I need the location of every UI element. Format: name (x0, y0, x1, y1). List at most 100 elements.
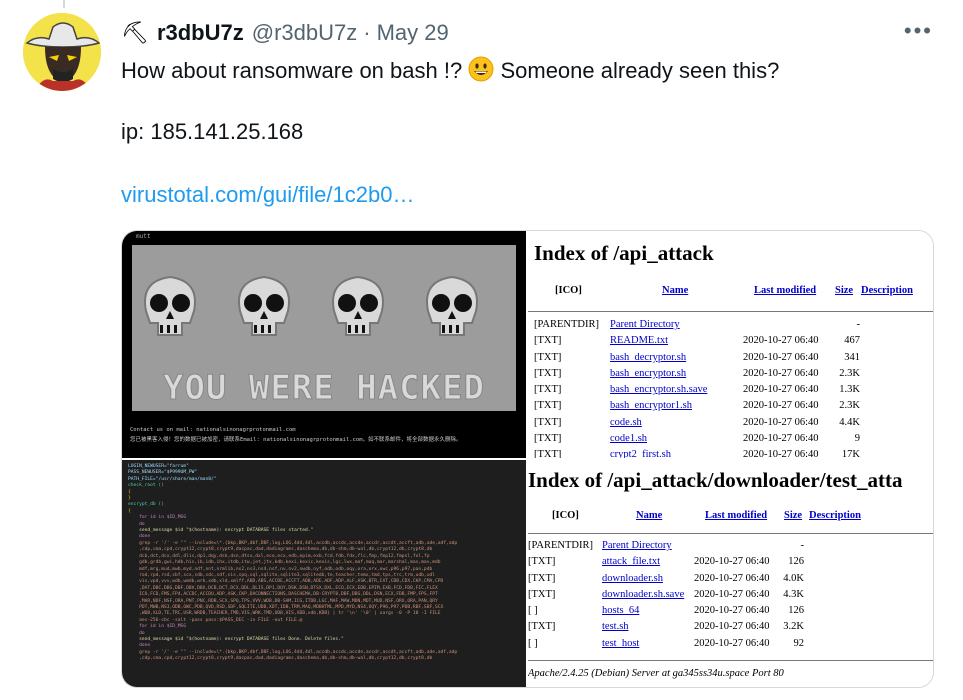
row-icon-label: [TXT] (534, 384, 562, 396)
source-code-image[interactable]: LOGIN_NEWUSER="farrum" PASS_NEWUSER="$P99… (122, 460, 526, 687)
row-size: 4.4K (839, 416, 860, 428)
col-modified-header[interactable]: Last modified (754, 285, 816, 296)
skulls-artwork (132, 245, 516, 411)
row-size: 1.3K (839, 384, 860, 396)
col-description-header[interactable]: Description (809, 510, 861, 521)
col-size-header[interactable]: Size (835, 285, 853, 296)
col-name-header[interactable]: Name (636, 510, 662, 521)
row-icon-label: [PARENTDIR] (528, 540, 593, 551)
tweet-date[interactable]: May 29 (377, 20, 449, 46)
code-line: ,cdp,cma,cpd,crypt12,crypt8,crypt9,dacpa… (128, 547, 433, 553)
row-size: 4.0K (783, 572, 804, 584)
row-size: 9 (854, 433, 860, 445)
avatar[interactable] (23, 13, 101, 91)
code-line: ,cdp,cma,cpd,crypt12,crypt8,crypt9,dacpa… (128, 656, 433, 662)
tweet-header: ⛏ r3dbU7z @r3dbU7z · May 29 (121, 18, 963, 48)
more-options-icon[interactable]: ••• (904, 18, 933, 44)
table-row: [TXT] crypt2_first.sh 2020-10-27 06:40 17K (528, 449, 933, 458)
code-line: ICO,FCD,FMS,FP4,ACCDC,ACCDU,ADP,ASK,CKP,… (128, 592, 438, 598)
display-name[interactable]: r3dbU7z (157, 20, 244, 46)
table-row: [TXT] code.sh 2020-10-27 06:40 4.4K (528, 417, 933, 433)
code-line: ,MAR,NDF,NSF,ORA,PNT,PNC,RDB,SCX,SPQ,TPS… (128, 598, 438, 604)
row-size: 2.3K (839, 367, 860, 379)
file-link[interactable]: downloader.sh (602, 573, 663, 584)
file-link[interactable]: bash_encryptor.sh.save (610, 384, 707, 395)
col-name-header[interactable]: Name (662, 285, 688, 296)
code-line: mdf,mrg,mud,mwb,myd,ndf,nnt,nrmlib,ns2,n… (128, 566, 433, 572)
row-modified: 2020-10-27 06:40 (694, 588, 770, 600)
file-link[interactable]: crypt2_first.sh (610, 449, 671, 458)
row-modified: 2020-10-27 06:40 (694, 605, 770, 617)
table-row: [TXT] bash_encryptor.sh 2020-10-27 06:40 2.… (528, 368, 933, 384)
row-icon-label: [ ] (528, 637, 538, 649)
row-size: 341 (844, 351, 860, 363)
hacked-banner: YOU WERE HACKED (162, 368, 486, 409)
media-grid[interactable]: mutt YOU WERE HACKED Contact us on mail:… (121, 230, 934, 688)
row-size: - (856, 319, 861, 330)
table-row: [TXT] bash_encryptor.sh.save 2020-10-27 06… (528, 384, 933, 400)
code-line: gdb,grdb,gwi,hdb,his,ib,idb,ihx,itdb,itw… (128, 560, 441, 566)
file-link[interactable]: downloader.sh.save (602, 589, 684, 600)
tweet-text-line1: How about ransomware on bash !? Someone … (121, 56, 779, 84)
row-modified: 2020-10-27 06:40 (743, 433, 819, 445)
table-row: [TXT] bash_decryptor.sh 2020-10-27 06:40 34… (528, 352, 933, 368)
row-icon-label: [TXT] (528, 572, 556, 584)
row-size: 4.3K (783, 588, 804, 600)
row-icon-label: [TXT] (528, 556, 556, 568)
index-header-row: [ICO] Name Last modified Size Descriptio… (528, 285, 933, 301)
grinning-face-icon (468, 56, 494, 82)
table-row: [ ] test_host 2020-10-27 06:40 92 (528, 638, 933, 654)
table-row: [PARENTDIR] Parent Directory - (528, 319, 933, 335)
row-modified: 2020-10-27 06:40 (694, 637, 770, 649)
file-link[interactable]: test_host (602, 638, 639, 649)
file-link[interactable]: attack_file.txt (602, 556, 660, 567)
row-size: 467 (844, 335, 860, 347)
row-modified: 2020-10-27 06:40 (694, 556, 770, 568)
table-row: [TXT] README.txt 2020-10-27 06:40 467 (528, 335, 933, 351)
ransom-terminal-image[interactable]: mutt YOU WERE HACKED Contact us on mail:… (122, 231, 526, 458)
file-link[interactable]: test.sh (602, 621, 629, 632)
file-link[interactable]: Parent Directory (602, 540, 672, 551)
row-icon-label: [TXT] (534, 449, 562, 458)
table-row: [ ] hosts_64 2020-10-27 06:40 126 (528, 605, 933, 621)
virustotal-link[interactable]: virustotal.com/gui/file/1c2b0… (121, 182, 414, 208)
file-link[interactable]: hosts_64 (602, 605, 639, 616)
row-icon-label: [ ] (528, 605, 538, 617)
table-row: [TXT] downloader.sh 2020-10-27 06:40 4.0K (528, 573, 933, 589)
row-icon-label: [TXT] (528, 621, 556, 633)
row-size: 17K (841, 449, 860, 458)
index-table-2: [ICO] Name Last modified Size Descriptio… (528, 510, 933, 526)
code-block: LOGIN_NEWUSER="farrum" PASS_NEWUSER="$P99… (128, 464, 457, 663)
directory-listing-image-2[interactable]: Index of /api_attack/downloader/test_att… (528, 460, 933, 687)
file-link[interactable]: README.txt (610, 335, 668, 346)
file-link[interactable]: code1.sh (610, 433, 647, 444)
file-link[interactable]: Parent Directory (610, 319, 680, 330)
code-line: vis,vpd,vvv,wdb,wmdb,wrk,xdb,xld,xmlff,A… (128, 579, 444, 585)
table-row: [TXT] code1.sh 2020-10-27 06:40 9 (528, 433, 933, 449)
thread-line (63, 0, 65, 8)
divider (528, 311, 933, 312)
file-link[interactable]: bash_encryptor.sh (610, 368, 686, 379)
row-icon-label: [TXT] (528, 588, 556, 600)
row-modified: 2020-10-27 06:40 (694, 621, 770, 633)
file-link[interactable]: code.sh (610, 417, 642, 428)
row-modified: 2020-10-27 06:40 (694, 572, 770, 584)
col-modified-header[interactable]: Last modified (705, 510, 767, 521)
index-table-1: [ICO] Name Last modified Size Descriptio… (528, 285, 933, 301)
col-size-header[interactable]: Size (784, 510, 802, 521)
table-row: [TXT] downloader.sh.save 2020-10-27 06:40 4… (528, 589, 933, 605)
file-link[interactable]: bash_decryptor.sh (610, 352, 686, 363)
row-size: 3.2K (783, 621, 804, 633)
row-icon-label: [TXT] (534, 351, 562, 363)
server-signature: Apache/2.4.25 (Debian) Server at ga345ss… (528, 668, 784, 679)
user-handle[interactable]: @r3dbU7z (252, 20, 358, 46)
contact-line-en: Contact us on mail: nationalsinonagrprot… (130, 427, 296, 433)
file-link[interactable]: bash_encryptor1.sh (610, 400, 692, 411)
row-modified: 2020-10-27 06:40 (743, 384, 819, 396)
divider (528, 533, 933, 534)
col-description-header[interactable]: Description (861, 285, 913, 296)
grid-separator (122, 458, 933, 460)
row-size: 92 (793, 637, 805, 649)
contact-line-cn: 您已被黑客入侵！您的数据已被加密，请联系Email: nationalsinon… (130, 437, 462, 443)
directory-listing-image-1[interactable]: Index of /api_attack [ICO] Name Last mod… (528, 231, 933, 458)
